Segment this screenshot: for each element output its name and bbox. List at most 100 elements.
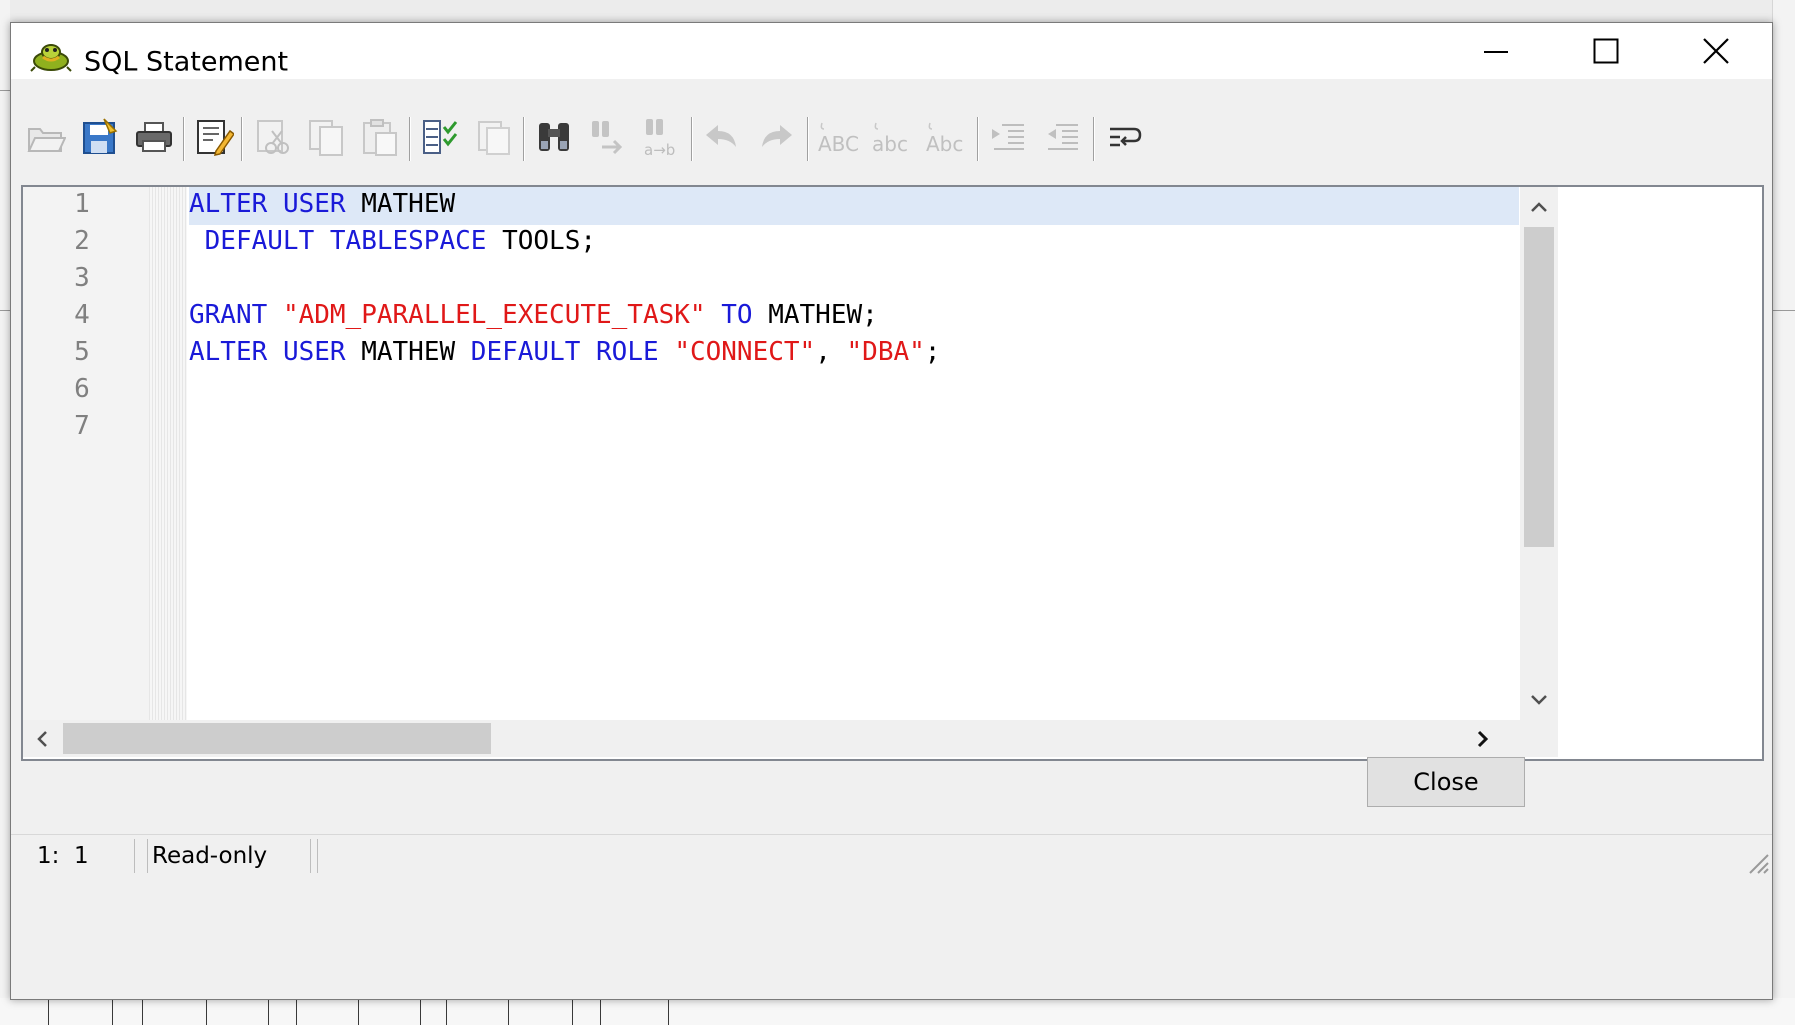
word-wrap-icon: [1110, 127, 1142, 147]
sql-identifier: [706, 300, 722, 330]
sql-identifier: [267, 189, 283, 219]
chevron-down-icon: [1531, 695, 1547, 705]
lowercase-button[interactable]: abc: [867, 109, 917, 165]
svg-text:abc: abc: [872, 132, 908, 156]
edit-icon: [197, 120, 234, 156]
minimize-icon: [1484, 51, 1508, 53]
code-line[interactable]: ALTER USER MATHEW: [189, 189, 455, 219]
replace-button[interactable]: a→b: [637, 109, 687, 165]
line-number-gutter: 1 2 3 4 5 6 7: [23, 187, 149, 720]
capitalize-button[interactable]: Abc: [921, 109, 971, 165]
sql-string: "DBA": [846, 337, 925, 367]
scrollbar-corner: [1520, 720, 1558, 757]
horizontal-scroll-thumb[interactable]: [63, 723, 491, 754]
sql-keyword: DEFAULT: [204, 226, 315, 256]
sql-identifier: MATHEW;: [752, 300, 878, 330]
sql-string: "ADM_PARALLEL_EXECUTE_TASK": [282, 300, 706, 330]
copy-icon: [309, 120, 343, 156]
outdent-button[interactable]: [1037, 109, 1087, 165]
line-number: 7: [74, 411, 90, 441]
edit-mode-status: Read-only: [147, 839, 311, 873]
clear-icon: [478, 121, 510, 155]
chevron-up-icon: [1531, 202, 1547, 212]
open-folder-icon: [27, 128, 66, 152]
word-wrap-button[interactable]: [1099, 109, 1149, 165]
sql-identifier: [267, 337, 283, 367]
find-icon: [539, 123, 569, 151]
vertical-scroll-thumb[interactable]: [1524, 227, 1554, 547]
sql-editor[interactable]: 1 2 3 4 5 6 7 ALTER USER MATHEW DEFAULT …: [21, 185, 1764, 761]
sql-identifier: [267, 300, 283, 330]
sql-identifier: ,: [815, 337, 847, 367]
edit-button[interactable]: [189, 109, 239, 165]
lowercase-icon: abc: [872, 122, 908, 156]
redo-button[interactable]: [751, 109, 801, 165]
undo-button[interactable]: [697, 109, 747, 165]
close-icon: [1703, 38, 1729, 64]
open-button[interactable]: [21, 109, 71, 165]
scroll-up-button[interactable]: [1520, 187, 1558, 227]
code-line[interactable]: ALTER USER MATHEW DEFAULT ROLE "CONNECT"…: [189, 337, 940, 367]
sql-string: "CONNECT": [674, 337, 816, 367]
copy-button[interactable]: [301, 109, 351, 165]
find-next-button[interactable]: [583, 109, 633, 165]
sql-identifier: [580, 337, 596, 367]
title-bar[interactable]: SQL Statement: [11, 23, 1772, 79]
uppercase-button[interactable]: ABC: [813, 109, 863, 165]
cut-button[interactable]: [247, 109, 297, 165]
paste-icon: [363, 119, 397, 156]
print-button[interactable]: [129, 109, 179, 165]
line-number: 6: [74, 374, 90, 404]
background-app-bottom: [0, 998, 1795, 1025]
save-button[interactable]: [75, 109, 125, 165]
code-line[interactable]: GRANT "ADM_PARALLEL_EXECUTE_TASK" TO MAT…: [189, 300, 878, 330]
cut-icon: [257, 120, 289, 154]
sql-keyword: ALTER: [189, 189, 268, 219]
sql-identifier: ;: [924, 337, 941, 367]
fold-margin: [149, 187, 187, 720]
undo-icon: [706, 125, 736, 147]
vertical-scrollbar[interactable]: [1520, 187, 1558, 720]
sql-keyword: TABLESPACE: [329, 226, 487, 256]
select-all-button[interactable]: [415, 109, 465, 165]
chevron-left-icon: [37, 730, 47, 747]
horizontal-scrollbar[interactable]: [23, 720, 1520, 757]
sql-identifier: [189, 226, 205, 256]
sql-keyword: TO: [721, 300, 753, 330]
background-app-left: [0, 0, 10, 1025]
line-number: 1: [74, 189, 90, 219]
sql-identifier: [659, 337, 675, 367]
sql-keyword: GRANT: [189, 300, 268, 330]
paste-button[interactable]: [355, 109, 405, 165]
status-panel: [317, 839, 1770, 873]
print-icon: [136, 122, 172, 152]
line-number: 5: [74, 337, 90, 367]
maximize-button[interactable]: [1551, 23, 1661, 79]
sql-identifier: [314, 226, 330, 256]
save-icon: [83, 118, 118, 154]
svg-text:a→b: a→b: [644, 141, 675, 159]
find-button[interactable]: [529, 109, 579, 165]
close-window-button[interactable]: [1661, 23, 1771, 79]
scroll-right-button[interactable]: [1464, 720, 1502, 757]
indent-icon: [992, 124, 1024, 150]
indent-button[interactable]: [983, 109, 1033, 165]
cursor-position: 1: 1: [15, 839, 135, 873]
code-line[interactable]: DEFAULT TABLESPACE TOOLS;: [189, 226, 596, 256]
clear-button[interactable]: [469, 109, 519, 165]
scroll-left-button[interactable]: [23, 720, 61, 757]
select-all-icon: [423, 120, 458, 154]
minimize-button[interactable]: [1441, 23, 1551, 79]
sql-keyword: ROLE: [596, 337, 659, 367]
sql-keyword: ALTER: [189, 337, 268, 367]
replace-icon: a→b: [644, 119, 675, 159]
close-button[interactable]: Close: [1367, 757, 1525, 807]
sql-identifier: MATHEW: [345, 189, 456, 219]
toad-icon: [30, 44, 72, 72]
scroll-down-button[interactable]: [1520, 680, 1558, 720]
sql-keyword: DEFAULT: [470, 337, 581, 367]
svg-text:Abc: Abc: [926, 132, 963, 156]
maximize-icon: [1593, 38, 1619, 64]
resize-grip-icon[interactable]: [1742, 847, 1770, 875]
background-app-top: [0, 0, 1795, 22]
